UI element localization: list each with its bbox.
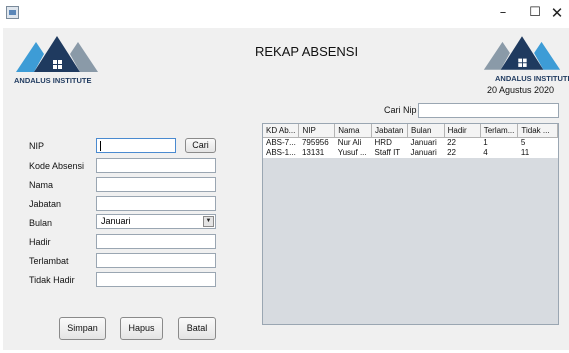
nama-label: Nama — [29, 180, 54, 190]
nip-input[interactable] — [96, 138, 176, 153]
close-button[interactable]: ✕ — [542, 2, 569, 24]
column-header-kd-absensi[interactable]: KD Ab... — [263, 124, 300, 138]
logo-left: ANDALUS INSTITUTE — [14, 34, 100, 85]
table-cell: 795956 — [298, 137, 335, 148]
table-cell: 22 — [444, 148, 481, 158]
hadir-input[interactable] — [96, 234, 216, 249]
dropdown-arrow-icon[interactable]: ▼ — [203, 216, 214, 227]
logo-left-text: ANDALUS INSTITUTE — [14, 76, 92, 85]
app-window: – ☐ ✕ ANDALUS INSTITUTE REKAP ABSENSI AN… — [0, 0, 569, 353]
tidak-hadir-input[interactable] — [96, 272, 216, 287]
table-cell: Nur Ali — [334, 137, 372, 148]
page-title: REKAP ABSENSI — [255, 44, 359, 59]
table-cell: Januari — [407, 137, 445, 148]
kode-absensi-input[interactable] — [96, 158, 216, 173]
column-header-terlambat[interactable]: Terlam... — [480, 124, 519, 138]
jabatan-input[interactable] — [96, 196, 216, 211]
minimize-button[interactable]: – — [488, 2, 518, 24]
table-row[interactable]: ABS-1... 13131 Yusuf ... Staff IT Januar… — [263, 148, 558, 158]
kode-absensi-label: Kode Absensi — [29, 161, 85, 171]
bulan-selected-value: Januari — [101, 216, 131, 226]
column-header-jabatan[interactable]: Jabatan — [371, 124, 408, 138]
jabatan-label: Jabatan — [29, 199, 62, 209]
column-header-tidak-hadir[interactable]: Tidak ... — [517, 124, 558, 138]
batal-button[interactable]: Batal — [178, 317, 216, 340]
logo-right: ANDALUS INSTITUTE — [482, 34, 569, 83]
table-cell: 4 — [480, 148, 518, 158]
table-cell: ABS-1... — [263, 148, 299, 158]
cari-button[interactable]: Cari — [185, 138, 216, 153]
bulan-select[interactable]: Januari ▼ — [96, 214, 216, 229]
nip-label: NIP — [29, 141, 45, 151]
title-bar: – ☐ ✕ — [0, 0, 569, 28]
tidak-hadir-label: Tidak Hadir — [29, 275, 75, 285]
table-cell: 13131 — [298, 148, 335, 158]
table-cell: ABS-7... — [263, 137, 299, 148]
table-cell: 1 — [480, 137, 518, 148]
nama-input[interactable] — [96, 177, 216, 192]
java-app-icon — [6, 6, 19, 19]
date-label: 20 Agustus 2020 — [487, 85, 555, 95]
column-header-hadir[interactable]: Hadir — [444, 124, 481, 138]
rekap-table[interactable]: KD Ab... NIP Nama Jabatan Bulan Hadir Te… — [262, 123, 559, 325]
column-header-bulan[interactable]: Bulan — [407, 124, 445, 138]
cari-nip-label: Cari Nip — [384, 105, 417, 115]
logo-right-mark — [483, 36, 561, 70]
table-cell: Januari — [407, 148, 445, 158]
table-cell: 5 — [517, 137, 558, 148]
bulan-label: Bulan — [29, 218, 53, 228]
table-cell: Yusuf ... — [334, 148, 372, 158]
window-border-left — [0, 28, 3, 353]
table-cell: Staff IT — [371, 148, 408, 158]
text-caret — [100, 141, 101, 151]
rekap-table-grid: KD Ab... NIP Nama Jabatan Bulan Hadir Te… — [263, 124, 558, 158]
column-header-nip[interactable]: NIP — [298, 124, 336, 138]
terlambat-label: Terlambat — [29, 256, 69, 266]
column-header-nama[interactable]: Nama — [334, 124, 373, 138]
logo-right-text: ANDALUS INSTITUTE — [495, 74, 569, 83]
logo-left-mark — [16, 36, 98, 72]
table-header-row: KD Ab... NIP Nama Jabatan Bulan Hadir Te… — [263, 124, 558, 138]
simpan-button[interactable]: Simpan — [59, 317, 106, 340]
table-cell: HRD — [371, 137, 408, 148]
table-row[interactable]: ABS-7... 795956 Nur Ali HRD Januari 22 1… — [263, 137, 558, 148]
hapus-button[interactable]: Hapus — [120, 317, 163, 340]
cari-nip-input[interactable] — [418, 103, 559, 118]
table-cell: 11 — [517, 148, 558, 158]
terlambat-input[interactable] — [96, 253, 216, 268]
hadir-label: Hadir — [29, 237, 51, 247]
table-cell: 22 — [444, 137, 481, 148]
